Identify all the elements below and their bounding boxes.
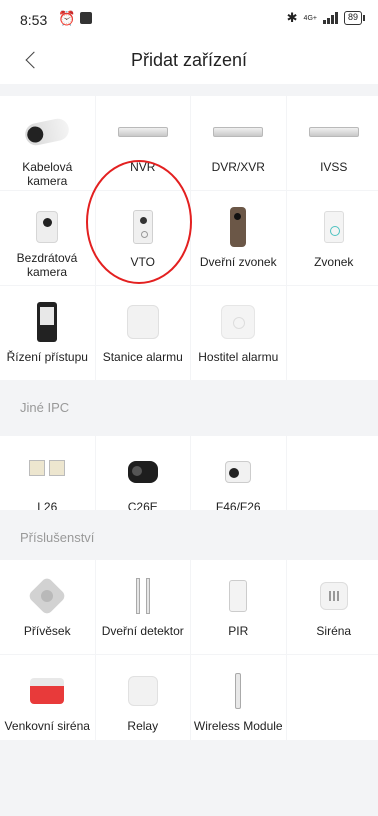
alarm-station-icon	[118, 300, 168, 344]
device-label: Přívěsek	[23, 624, 71, 638]
status-bar: 8:53 ⏰ ✱ 4G+ 89	[0, 0, 378, 32]
door-detector-icon	[118, 574, 168, 618]
device-tile-siren[interactable]: Siréna	[286, 560, 378, 654]
section-title: Příslušenství	[20, 530, 95, 545]
page-title: Přidat zařízení	[130, 50, 248, 70]
wired-camera-icon	[22, 110, 72, 154]
indoor-siren-icon	[309, 574, 359, 618]
empty-tile	[286, 655, 378, 749]
device-tile-wireless-camera[interactable]: Bezdrátová kamera	[0, 191, 95, 285]
device-tile-doorbell[interactable]: Dveřní zvonek	[191, 191, 286, 285]
wireless-module-icon	[213, 669, 263, 713]
pendant-icon	[22, 574, 72, 618]
nav-bar: Přidat zařízení	[0, 38, 378, 84]
device-tile-ivss[interactable]: IVSS	[286, 96, 378, 190]
ivss-icon	[308, 110, 359, 154]
bottom-background	[0, 740, 378, 816]
device-tile-alarm-station[interactable]: Stanice alarmu	[95, 286, 190, 380]
device-label: Zvonek	[314, 255, 354, 269]
outdoor-siren-icon	[22, 669, 72, 713]
device-tile-wireless-module[interactable]: Wireless Module	[191, 655, 286, 749]
device-label: VTO	[130, 255, 155, 269]
device-tile-wired-camera[interactable]: Kabelová kamera	[0, 96, 95, 190]
device-label: Venkovní siréna	[4, 719, 90, 733]
device-tile-vto[interactable]: VTO	[95, 191, 190, 285]
device-label: Řízení přístupu	[6, 350, 88, 364]
pir-sensor-icon	[213, 574, 263, 618]
nvr-icon	[117, 110, 168, 154]
battery-icon: 89	[343, 11, 366, 25]
device-label: Hostitel alarmu	[198, 350, 279, 364]
floodlight-camera-icon	[22, 450, 72, 494]
vto-icon	[118, 205, 168, 249]
device-label: IVSS	[320, 160, 348, 174]
device-label: Bezdrátová kamera	[16, 251, 78, 279]
device-tile-relay[interactable]: Relay	[95, 655, 190, 749]
device-label: Siréna	[316, 624, 352, 638]
device-label: DVR/XVR	[211, 160, 265, 174]
accessories-grid: Přívěsek Dveřní detektor PIR Siréna Venk…	[0, 560, 378, 749]
section-header-other-ipc: Jiné IPC	[0, 380, 378, 436]
section-header-accessories: Příslušenství	[0, 510, 378, 566]
alarm-host-icon	[213, 300, 263, 344]
wifi-camera-icon	[213, 450, 263, 494]
bullet-camera-icon	[118, 450, 168, 494]
device-tile-pendant[interactable]: Přívěsek	[0, 560, 95, 654]
device-label: NVR	[130, 160, 156, 174]
alarm-clock-icon: ⏰	[58, 10, 76, 26]
device-tile-chime[interactable]: Zvonek	[286, 191, 378, 285]
chime-icon	[309, 205, 359, 249]
relay-icon	[118, 669, 168, 713]
device-tile-door-detector[interactable]: Dveřní detektor	[95, 560, 190, 654]
dvr-icon	[213, 110, 264, 154]
device-grid: Kabelová kamera NVR DVR/XVR IVSS Bezdrát…	[0, 96, 378, 380]
device-tile-nvr[interactable]: NVR	[95, 96, 190, 190]
signal-icon	[322, 12, 338, 24]
wireless-camera-icon	[22, 205, 72, 249]
access-control-icon	[22, 300, 72, 344]
device-label: Dveřní zvonek	[199, 255, 277, 269]
notification-icon	[80, 12, 92, 24]
empty-tile	[286, 286, 378, 380]
section-title: Jiné IPC	[20, 400, 70, 415]
status-time: 8:53	[20, 12, 48, 28]
device-tile-pir[interactable]: PIR	[191, 560, 286, 654]
device-tile-outdoor-siren[interactable]: Venkovní siréna	[0, 655, 95, 749]
top-separator	[0, 84, 378, 96]
device-tile-access-control[interactable]: Řízení přístupu	[0, 286, 95, 380]
device-tile-dvr[interactable]: DVR/XVR	[191, 96, 286, 190]
device-label: Kabelová kamera	[22, 160, 73, 188]
device-label: Dveřní detektor	[101, 624, 184, 638]
device-label: Stanice alarmu	[102, 350, 183, 364]
bluetooth-icon: ✱	[286, 10, 298, 25]
doorbell-icon	[213, 205, 263, 249]
device-label: Relay	[127, 719, 159, 733]
device-label: Wireless Module	[193, 719, 283, 733]
device-tile-alarm-host[interactable]: Hostitel alarmu	[191, 286, 286, 380]
device-label: PIR	[228, 624, 249, 638]
network-type-label: 4G+	[303, 14, 317, 22]
status-right: ✱ 4G+ 89	[286, 10, 366, 26]
